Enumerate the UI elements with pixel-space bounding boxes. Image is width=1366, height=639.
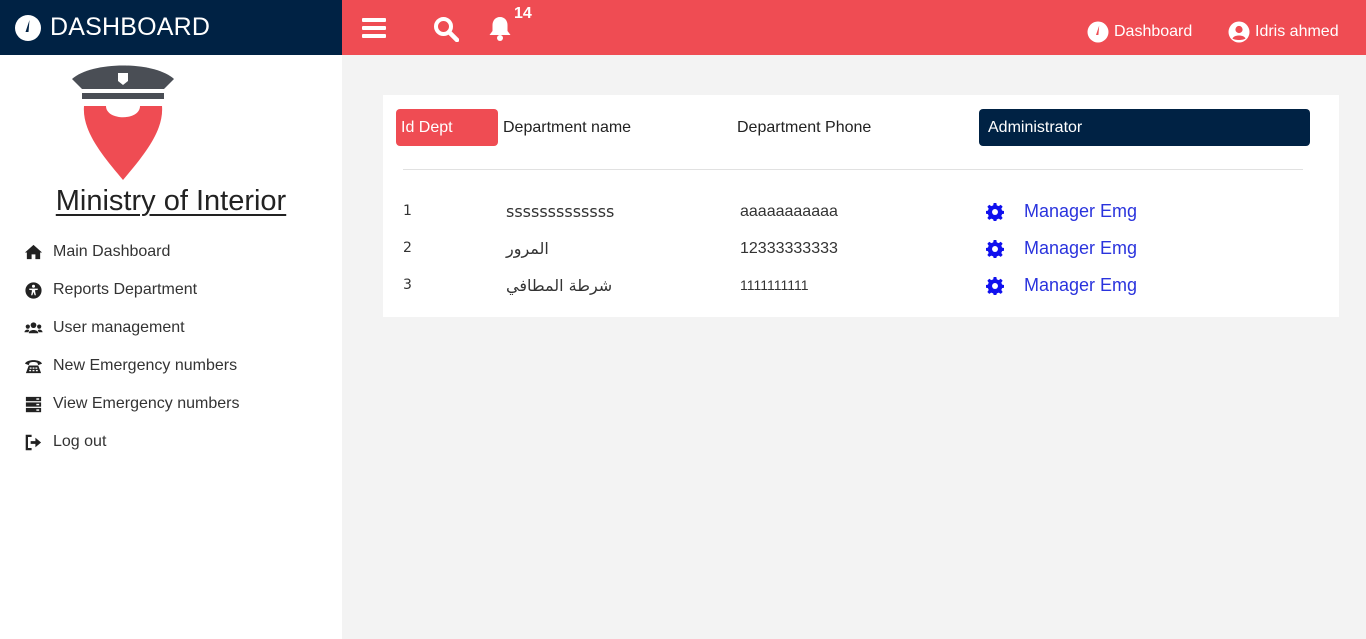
cell-name: sssssssssssss <box>506 202 615 221</box>
sidebar-item-reports-department[interactable]: Reports Department <box>24 271 239 309</box>
column-header-id[interactable]: Id Dept <box>396 109 498 146</box>
user-name: Idris ahmed <box>1255 23 1339 40</box>
cell-phone: 1111111111 <box>740 277 809 293</box>
ministry-title-text: Ministry of Interior <box>55 185 287 217</box>
sidebar-item-label: Log out <box>53 433 107 450</box>
table-row: 1 sssssssssssss aaaaaaaaaaa Manager Emg <box>383 193 1339 230</box>
cell-id: 2 <box>403 240 412 256</box>
cell-phone: 12333333333 <box>740 240 838 257</box>
phone-icon <box>24 359 43 373</box>
sidebar-item-user-management[interactable]: User management <box>24 309 239 347</box>
top-navbar: 14 Dashboard Idris ahmed <box>342 0 1366 55</box>
tachometer-icon <box>15 14 41 41</box>
column-header-name: Department name <box>503 119 632 136</box>
manager-link[interactable]: Manager Emg <box>986 230 1137 267</box>
user-circle-icon <box>1228 21 1250 43</box>
sidebar-item-label: User management <box>53 319 185 336</box>
home-icon <box>24 244 43 259</box>
bell-icon[interactable] <box>488 15 512 42</box>
cell-name: المرور <box>506 239 549 258</box>
sidebar-item-main-dashboard[interactable]: Main Dashboard <box>24 233 239 271</box>
server-icon <box>25 396 42 412</box>
cell-name: شرطة المطافي <box>506 276 613 295</box>
user-menu[interactable]: Idris ahmed <box>1228 21 1339 43</box>
cell-id: 3 <box>403 277 412 293</box>
dashboard-link[interactable]: Dashboard <box>1087 21 1192 43</box>
police-cap-logo <box>72 65 174 180</box>
table-row: 3 شرطة المطافي 1111111111 Manager Emg <box>383 267 1339 304</box>
departments-table-card: Id Dept Department name Department Phone… <box>383 95 1339 317</box>
sidebar-item-log-out[interactable]: Log out <box>24 423 239 461</box>
gear-icon <box>986 202 1004 221</box>
search-icon[interactable] <box>433 16 459 42</box>
menu-icon[interactable] <box>362 17 386 39</box>
manager-link-label: Manager Emg <box>1024 238 1138 258</box>
brand-header[interactable]: DASHBOARD <box>0 0 342 55</box>
manager-link-label: Manager Emg <box>1024 275 1138 295</box>
notification-count-badge: 14 <box>514 5 532 22</box>
sidebar-item-label: New Emergency numbers <box>53 357 238 374</box>
sign-out-icon <box>25 434 42 450</box>
brand-title: DASHBOARD <box>50 13 211 41</box>
column-header-phone: Department Phone <box>737 119 872 136</box>
sidebar-item-label: Main Dashboard <box>53 243 171 260</box>
gear-icon <box>986 239 1004 258</box>
sidebar: Ministry of Interior Main Dashboard Repo… <box>0 55 342 639</box>
manager-link-label: Manager Emg <box>1024 201 1138 221</box>
sidebar-item-new-emergency-numbers[interactable]: New Emergency numbers <box>24 347 239 385</box>
sidebar-item-view-emergency-numbers[interactable]: View Emergency numbers <box>24 385 239 423</box>
cell-id: 1 <box>403 203 412 219</box>
cell-phone: aaaaaaaaaaa <box>740 203 838 220</box>
table-row: 2 المرور 12333333333 Manager Emg <box>383 230 1339 267</box>
tachometer-icon <box>1087 21 1109 43</box>
column-header-administrator[interactable]: Administrator <box>979 109 1310 146</box>
sidebar-item-label: View Emergency numbers <box>53 395 240 412</box>
dashboard-link-label: Dashboard <box>1114 23 1193 40</box>
ministry-title: Ministry of Interior <box>0 185 342 218</box>
header-divider <box>403 169 1303 170</box>
sidebar-item-label: Reports Department <box>53 281 198 298</box>
gear-icon <box>986 276 1004 295</box>
sidebar-nav: Main Dashboard Reports Department User m… <box>24 233 239 461</box>
table-header: Id Dept Department name Department Phone… <box>396 109 1310 147</box>
manager-link[interactable]: Manager Emg <box>986 267 1137 304</box>
users-icon <box>24 321 43 333</box>
manager-link[interactable]: Manager Emg <box>986 193 1137 230</box>
universal-access-icon <box>25 281 42 299</box>
